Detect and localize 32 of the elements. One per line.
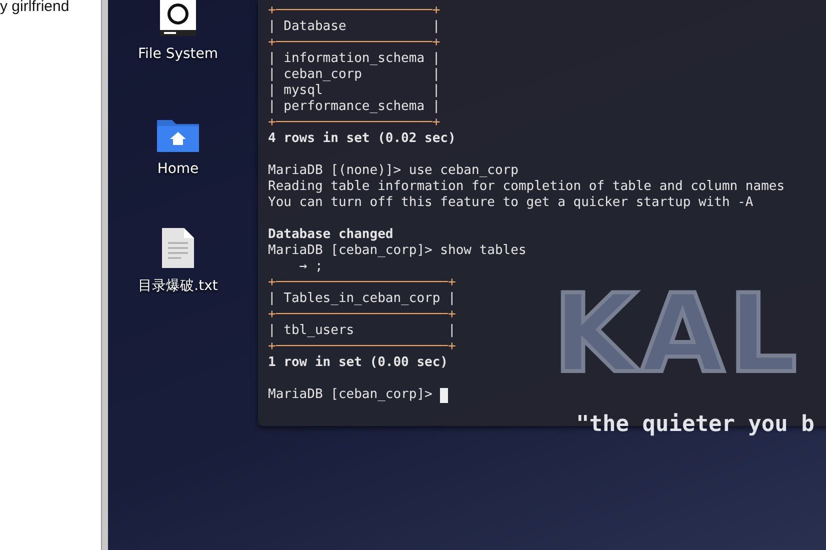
panel-text: y girlfriend [0,0,70,15]
table-row: | Database | [268,19,440,35]
terminal-text: You can turn off this feature to get a quicker startup with -A [268,195,754,211]
icon-label[interactable]: File System [138,46,218,62]
wallpaper-tagline: "the quieter you b [576,412,814,437]
table-border: +──────────────────────+ [268,275,456,291]
icon-label[interactable]: Home [157,161,199,177]
icon-label[interactable]: 目录爆破.txt [138,277,218,295]
home-folder-icon[interactable] [156,117,200,153]
result-text: Database changed [268,227,394,243]
table-row: | performance_schema | [268,99,440,115]
text-cursor [440,388,448,402]
table-border: +──────────────────────+ [268,307,456,323]
terminal-text: → ; [298,259,323,275]
result-text: 1 row in set (0.00 sec) [268,355,448,371]
terminal-text: Reading table information for completion of table and column names [268,179,785,195]
text-file-icon[interactable] [161,227,195,269]
drive-icon[interactable] [158,0,198,38]
table-border: +────────────────────+ [268,3,440,19]
table-border: +──────────────────────+ [268,339,456,355]
table-row: | mysql | [268,83,440,99]
wallpaper-logo: KAL [553,272,802,397]
result-text: 4 rows in set (0.02 sec) [268,131,456,147]
table-border: +────────────────────+ [268,35,440,51]
table-row: | tbl_users | [268,323,456,339]
table-row: | ceban_corp | [268,67,440,83]
table-row: | information_schema | [268,51,440,67]
prompt-text: MariaDB [ceban_corp]> [268,387,434,403]
terminal-text: MariaDB [ceban_corp]> show tables [268,243,526,259]
terminal-text: MariaDB [(none)]> use ceban_corp [268,163,518,179]
table-row: | Tables_in_ceban_corp | [268,291,456,307]
table-border: +────────────────────+ [268,115,440,131]
